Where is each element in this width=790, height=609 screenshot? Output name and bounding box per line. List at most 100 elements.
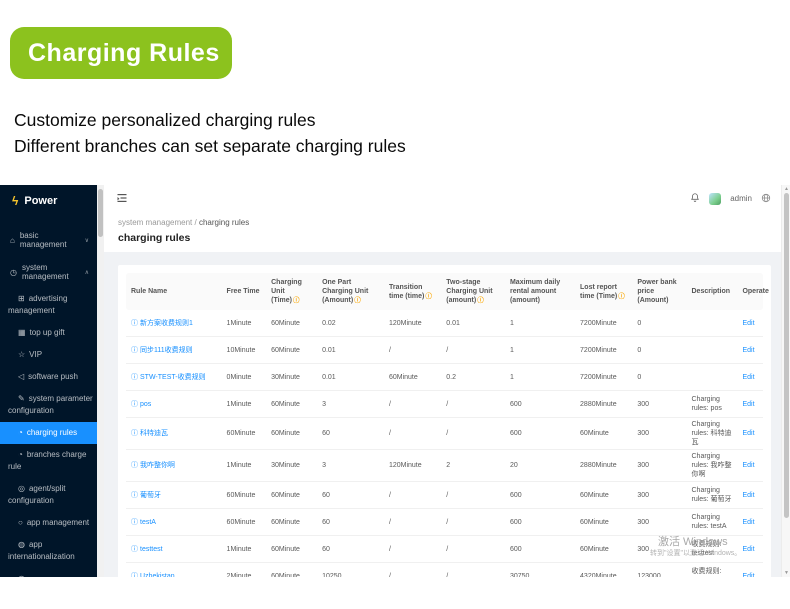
cell-two-stage: 0.2 (446, 373, 457, 381)
rule-info-icon[interactable]: ⓘ (131, 347, 138, 354)
rule-name-link[interactable]: 同步111收费规则 (140, 347, 193, 354)
edit-button[interactable]: Edit (742, 519, 754, 526)
page-scrollbar-thumb[interactable] (784, 193, 789, 518)
info-icon[interactable]: ⓘ (477, 297, 484, 304)
rule-info-icon[interactable]: ⓘ (131, 462, 138, 469)
breadcrumb-system-management[interactable]: system management (118, 218, 192, 227)
app-logo: ϟ Power (0, 185, 97, 216)
rule-info-icon[interactable]: ⓘ (131, 492, 138, 499)
avatar[interactable] (709, 192, 722, 205)
edit-button[interactable]: Edit (742, 462, 754, 469)
table-header-row: Rule Name Free Time Charging Unit (Time)ⓘ O… (126, 273, 769, 310)
cell-one-part: 10250 (322, 572, 342, 578)
cell-charging-unit: 60Minute (271, 545, 300, 553)
cell-description (687, 321, 738, 325)
cell-charging-unit: 60Minute (271, 319, 300, 327)
edit-button[interactable]: Edit (742, 573, 754, 578)
rule-name-link[interactable]: 葡萄牙 (140, 492, 161, 499)
sidebar-item-label: basic management (19, 231, 67, 249)
cell-charging-unit: 60Minute (271, 572, 300, 578)
sidebar-item-charging-rules[interactable]: ◔ charging rules (0, 422, 97, 444)
username-label: admin (730, 194, 752, 203)
sidebar-item-agent-split-configuration[interactable]: ◎ agent/split configuration (0, 478, 97, 512)
cell-two-stage: / (446, 400, 449, 408)
edit-button[interactable]: Edit (742, 492, 754, 499)
rule-name-link[interactable]: pos (140, 401, 151, 408)
column-header-label: Two-stage Charging Unit (amount) (446, 279, 493, 304)
sidebar-item-label: charging rules (26, 428, 78, 437)
cell-free-time: 1Minute (226, 319, 252, 327)
sidebar-item-system-parameter-configuration[interactable]: ✎ system parameter configuration (0, 388, 97, 422)
scroll-down-arrow[interactable]: ▼ (783, 570, 790, 576)
cell-max-daily: 1 (509, 373, 514, 381)
cell-transition: 120Minute (388, 319, 422, 327)
cell-max-daily: 600 (509, 518, 522, 526)
cell-charging-unit: 30Minute (271, 373, 300, 381)
globe-icon[interactable] (761, 193, 771, 205)
scroll-up-arrow[interactable]: ▲ (783, 186, 790, 192)
rule-name-link[interactable]: 科特迪瓦 (140, 430, 168, 437)
rule-name-link[interactable]: STW-TEST-收费规则 (140, 374, 206, 381)
edit-button[interactable]: Edit (742, 546, 754, 553)
cell-transition: / (388, 572, 391, 578)
sidebar-item-vip[interactable]: ☆ VIP (0, 344, 97, 366)
bell-icon[interactable] (690, 192, 700, 205)
sidebar-scrollbar-thumb[interactable] (98, 189, 103, 237)
sidebar-item-advertising-management[interactable]: ⊞ advertising management (0, 288, 97, 322)
rule-info-icon[interactable]: ⓘ (131, 519, 138, 526)
column-header-label: Power bank price (Amount) (637, 279, 677, 304)
page-scrollbar[interactable]: ▲ ▼ (781, 185, 790, 577)
rule-info-icon[interactable]: ⓘ (131, 320, 138, 327)
rule-info-icon[interactable]: ⓘ (131, 546, 138, 553)
rule-name-link[interactable]: testtest (140, 546, 163, 553)
cell-description (687, 375, 738, 379)
rule-name-link[interactable]: Uzbekistan (140, 573, 175, 578)
cell-one-part: 3 (322, 400, 326, 408)
admin-screenshot: ϟ Power ⌂ basic management ∨ ◷ system manage… (0, 185, 790, 577)
edit-button[interactable]: Edit (742, 374, 754, 381)
cell-power-bank: 300 (637, 400, 650, 408)
sidebar-item-branches-charge-rule[interactable]: ◔ branches charge rule (0, 444, 97, 478)
sidebar-item-app-management[interactable]: ○ app management (0, 512, 97, 534)
sidebar-scrollbar[interactable] (97, 185, 104, 577)
cell-free-time: 10Minute (226, 346, 256, 354)
cell-transition: / (388, 430, 391, 437)
rule-info-icon[interactable]: ⓘ (131, 401, 138, 408)
sidebar-item-system-management[interactable]: ◷ system management ∧ (0, 256, 97, 288)
sidebar-item-app-internationalization[interactable]: ◍ app internationalization (0, 534, 97, 568)
edit-button[interactable]: Edit (742, 347, 754, 354)
rule-info-icon[interactable]: ⓘ (131, 374, 138, 381)
sidebar-item-basic-management[interactable]: ⌂ basic management ∨ (0, 224, 97, 256)
cell-name: ⓘ 同步111收费规则 (126, 344, 222, 357)
sidebar-item-internationalization-of-management[interactable]: ◍Internationalization of management (0, 568, 97, 577)
globe-icon: ◍ (18, 540, 25, 549)
info-icon[interactable]: ⓘ (293, 297, 300, 304)
table-row: ⓘ 科特迪瓦 60Minute 60Minute 60 / / 600 60Minute 300 C… (126, 418, 763, 450)
column-header-free-time: Free Time (222, 287, 267, 296)
sidebar-item-top-up-gift[interactable]: ▦ top up gift (0, 322, 97, 344)
menu-collapse-icon[interactable] (116, 192, 128, 206)
edit-button[interactable]: Edit (742, 401, 754, 408)
chevron-down-icon: ∨ (84, 237, 89, 244)
windows-watermark-title: 激活 Windows (658, 536, 728, 548)
cell-two-stage: / (446, 572, 449, 578)
info-icon[interactable]: ⓘ (354, 297, 361, 304)
cell-name: ⓘ testtest (126, 543, 222, 556)
info-icon[interactable]: ⓘ (425, 293, 432, 300)
rule-info-icon[interactable]: ⓘ (131, 430, 138, 437)
cell-one-part: 60 (322, 491, 330, 499)
cell-lost-report: 7200Minute (580, 346, 617, 354)
edit-button[interactable]: Edit (742, 320, 754, 327)
rule-name-link[interactable]: 新方案收费规则1 (140, 320, 193, 327)
rule-info-icon[interactable]: ⓘ (131, 573, 138, 578)
cell-charging-unit: 60Minute (271, 518, 300, 526)
rule-name-link[interactable]: 我咋整你啊 (140, 462, 175, 469)
cell-lost-report: 60Minute (580, 430, 609, 437)
edit-button[interactable]: Edit (742, 430, 754, 437)
cell-description: Charging rules: testA (691, 514, 727, 530)
table-card: Rule Name Free Time Charging Unit (Time)ⓘ O… (118, 265, 771, 577)
sidebar-item-software-push[interactable]: ◁ software push (0, 366, 97, 388)
info-icon[interactable]: ⓘ (618, 293, 625, 300)
rule-name-link[interactable]: testA (140, 519, 156, 526)
cell-operate: Edit (737, 516, 762, 529)
